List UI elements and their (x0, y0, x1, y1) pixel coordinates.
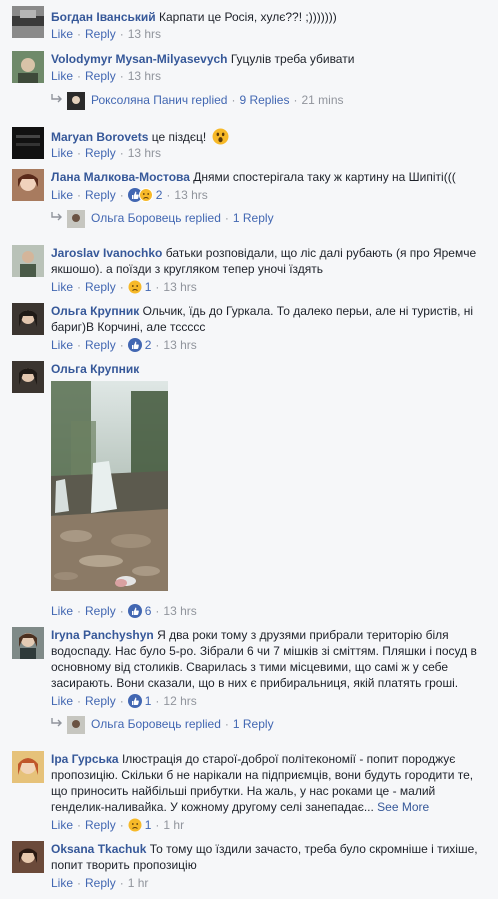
avatar[interactable] (12, 361, 44, 393)
comment-actions: Like · Reply · 1 · 13 hrs (51, 279, 197, 295)
comment-body: Ольга Крупник (51, 361, 488, 377)
sad-reaction-icon (138, 188, 153, 206)
reply-time: 21 mins (301, 93, 344, 107)
comment-time[interactable]: 12 hrs (163, 694, 196, 708)
comment-body: Oksana Tkachuk То тому що їздили зачасто… (51, 841, 488, 873)
reply-link[interactable]: Reply (85, 694, 116, 708)
replier-name[interactable]: Ольга Боровець replied (91, 717, 221, 731)
comment-time[interactable]: 13 hrs (163, 604, 196, 618)
reply-link[interactable]: Reply (85, 604, 116, 618)
comment-text: Днями спостерігала таку ж картину на Шип… (193, 170, 456, 184)
comment-time[interactable]: 13 hrs (128, 27, 161, 41)
like-reaction-icon (127, 604, 142, 622)
comment-actions: Like · Reply · 2 · 13 hrs (51, 337, 197, 353)
comment-photo[interactable] (51, 381, 168, 591)
comment-actions: Like · Reply · 1 · 1 hr (51, 817, 184, 833)
view-replies-link[interactable]: Ольга Боровець replied · 1 Reply (51, 715, 274, 734)
replier-avatar (67, 209, 85, 228)
comment-author[interactable]: Богдан Іванський (51, 10, 156, 24)
reply-link[interactable]: Reply (85, 338, 116, 352)
comment-time[interactable]: 13 hrs (174, 188, 207, 202)
avatar[interactable] (12, 127, 44, 159)
comment-body: Лана Малкова-Мостова Днями спостерігала … (51, 169, 488, 185)
replier-avatar (67, 715, 85, 734)
comment-body: Volodymyr Mysan-Milyasevych Гуцулів треб… (51, 51, 488, 67)
reply-link[interactable]: Reply (85, 876, 116, 890)
comment-actions: Like · Reply · 1 hr (51, 876, 149, 890)
like-link[interactable]: Like (51, 876, 73, 890)
like-link[interactable]: Like (51, 188, 73, 202)
avatar[interactable] (12, 751, 44, 783)
comment-author[interactable]: Іра Гурська (51, 752, 119, 766)
comment-body: Богдан Іванський Карпати це Росія, хулє?… (51, 9, 488, 25)
comment-body: Ольга Крупник Ольчик, їдь до Гуркала. То… (51, 303, 488, 335)
comment-actions: Like · Reply · 6 · 13 hrs (51, 603, 197, 619)
reply-arrow-icon (51, 715, 65, 733)
like-link[interactable]: Like (51, 280, 73, 294)
like-link[interactable]: Like (51, 694, 73, 708)
comment-time[interactable]: 1 hr (128, 876, 149, 890)
comment-actions: Like · Reply · 2 · 13 hrs (51, 187, 208, 203)
see-more-link[interactable]: See More (377, 800, 429, 814)
reply-count[interactable]: 9 Replies (239, 93, 289, 107)
comment-time[interactable]: 13 hrs (128, 146, 161, 160)
reply-link[interactable]: Reply (85, 280, 116, 294)
avatar[interactable] (12, 245, 44, 277)
comment-text: це піздєц! (151, 130, 207, 144)
avatar[interactable] (12, 169, 44, 201)
replier-avatar (67, 91, 85, 110)
comment-author[interactable]: Maryan Borovets (51, 130, 148, 144)
like-reaction-icon (127, 338, 142, 356)
comment-author[interactable]: Jaroslav Ivanochko (51, 246, 162, 260)
avatar[interactable] (12, 51, 44, 83)
reply-link[interactable]: Reply (85, 69, 116, 83)
reply-count[interactable]: 1 Reply (233, 211, 274, 225)
reply-link[interactable]: Reply (85, 27, 116, 41)
comment-body: Iryna Panchyshyn Я два роки тому з друзя… (51, 627, 488, 691)
like-link[interactable]: Like (51, 338, 73, 352)
comment-author[interactable]: Ольга Крупник (51, 362, 139, 376)
comment-body: Jaroslav Ivanochko батьки розповідали, щ… (51, 245, 488, 277)
like-link[interactable]: Like (51, 69, 73, 83)
comment-time[interactable]: 13 hrs (128, 69, 161, 83)
comment-time[interactable]: 1 hr (163, 818, 184, 832)
comment-author[interactable]: Volodymyr Mysan-Milyasevych (51, 52, 228, 66)
like-link[interactable]: Like (51, 146, 73, 160)
comment-time[interactable]: 13 hrs (163, 280, 196, 294)
comment-time[interactable]: 13 hrs (163, 338, 196, 352)
reply-link[interactable]: Reply (85, 146, 116, 160)
reply-arrow-icon (51, 91, 65, 109)
view-replies-link[interactable]: Ольга Боровець replied · 1 Reply (51, 209, 274, 228)
reply-link[interactable]: Reply (85, 188, 116, 202)
like-link[interactable]: Like (51, 27, 73, 41)
comment-author[interactable]: Oksana Tkachuk (51, 842, 146, 856)
reply-count[interactable]: 1 Reply (233, 717, 274, 731)
avatar[interactable] (12, 627, 44, 659)
view-replies-link[interactable]: Роксоляна Панич replied · 9 Replies · 21 min… (51, 91, 344, 110)
comment-author[interactable]: Iryna Panchyshyn (51, 628, 154, 642)
comment-actions: Like · Reply · 13 hrs (51, 27, 162, 41)
avatar[interactable] (12, 303, 44, 335)
comment-author[interactable]: Ольга Крупник (51, 304, 139, 318)
replier-name[interactable]: Ольга Боровець replied (91, 211, 221, 225)
like-reaction-icon (127, 694, 142, 712)
comment-actions: Like · Reply · 13 hrs (51, 69, 162, 83)
like-link[interactable]: Like (51, 818, 73, 832)
sad-reaction-icon (128, 818, 142, 836)
avatar[interactable] (12, 841, 44, 873)
avatar[interactable] (12, 6, 44, 38)
reply-arrow-icon (51, 209, 65, 227)
reply-link[interactable]: Reply (85, 818, 116, 832)
comment-actions: Like · Reply · 1 · 12 hrs (51, 693, 197, 709)
like-link[interactable]: Like (51, 604, 73, 618)
comment-text: Карпати це Росія, хулє??! ;))))))) (159, 10, 337, 24)
comment-body: Іра Гурська Ілюстрація до старої-доброї … (51, 751, 488, 815)
comment-actions: Like · Reply · 13 hrs (51, 146, 162, 160)
surprised-emoji-icon (212, 128, 229, 149)
replier-name[interactable]: Роксоляна Панич replied (91, 93, 227, 107)
comment-text: Гуцулів треба убивати (230, 52, 355, 66)
sad-reaction-icon (128, 280, 142, 298)
comment-author[interactable]: Лана Малкова-Мостова (51, 170, 190, 184)
